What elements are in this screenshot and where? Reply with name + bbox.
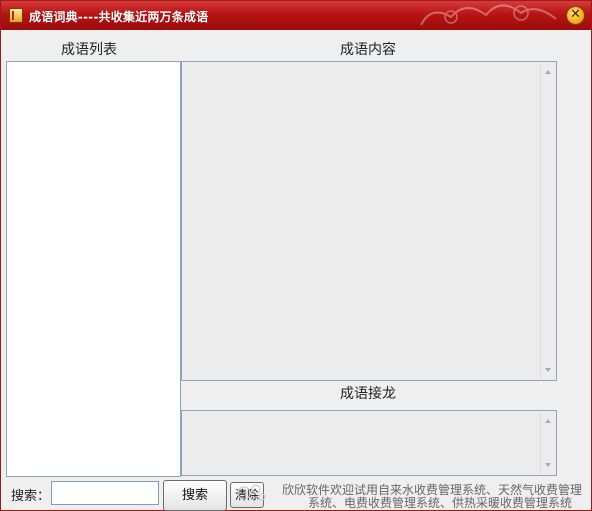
search-input[interactable]: [51, 481, 159, 505]
app-window: 成语词典----共收集近两万条成语 ✕ 成语列表 成语内容 成语接龙 搜索： 搜…: [0, 0, 592, 511]
content-scrollbar[interactable]: [540, 64, 554, 378]
promo-text: 欣欣软件欢迎试用自来水收费管理系统、天然气收费管理 系统、电费收费管理系统、供热…: [273, 484, 591, 510]
idiom-chain-label: 成语接龙: [340, 386, 396, 402]
scroll-up-arrow-icon[interactable]: [545, 419, 551, 423]
idiom-list[interactable]: [6, 61, 181, 477]
watermark-swirl-icon: [237, 484, 266, 501]
search-label: 搜索：: [11, 489, 51, 504]
close-button[interactable]: ✕: [566, 6, 585, 25]
chain-scrollbar[interactable]: [540, 413, 554, 473]
scroll-up-arrow-icon[interactable]: [545, 70, 551, 74]
cloud-pattern-decoration: [420, 4, 557, 26]
idiom-chain-textarea[interactable]: [181, 410, 557, 476]
search-button[interactable]: 搜索: [163, 480, 227, 511]
scroll-down-arrow-icon[interactable]: [545, 368, 551, 372]
scroll-down-arrow-icon[interactable]: [545, 463, 551, 467]
window-title: 成语词典----共收集近两万条成语: [29, 10, 209, 24]
idiom-list-label: 成语列表: [61, 42, 117, 58]
idiom-content-textarea[interactable]: [181, 61, 557, 381]
idiom-content-label: 成语内容: [340, 42, 396, 58]
promo-line-2: 系统、电费收费管理系统、供热采暖收费管理系统: [307, 496, 572, 510]
title-bar[interactable]: 成语词典----共收集近两万条成语 ✕: [1, 1, 591, 30]
book-icon: [9, 8, 23, 23]
